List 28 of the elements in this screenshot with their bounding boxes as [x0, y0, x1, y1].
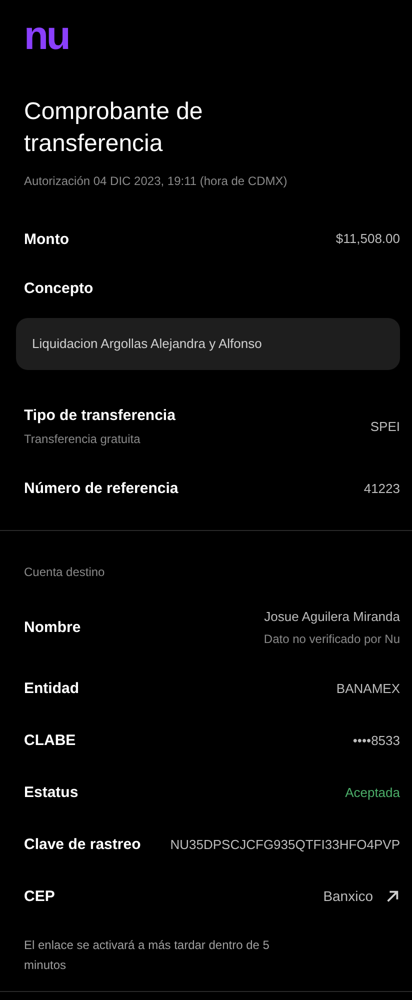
row-label: Concepto: [24, 278, 94, 299]
row-label: Estatus: [24, 783, 78, 803]
row-value: Aceptada: [345, 784, 400, 802]
row-value: 41223: [364, 480, 400, 498]
external-link-icon: [385, 889, 400, 904]
page-title: Comprobante de transferencia: [24, 97, 204, 159]
concept-field: Liquidacion Argollas Alejandra y Alfonso: [16, 318, 400, 370]
footnote: El enlace se activará a más tardar dentro de 5 minutos: [24, 936, 270, 974]
row-sublabel: Transferencia gratuita: [24, 431, 142, 448]
section-heading: Cuenta destino: [24, 564, 106, 580]
row-label: Nombre: [24, 618, 81, 638]
row-value: ••••8533: [352, 732, 400, 750]
row-value: SPEI: [370, 418, 400, 436]
row-note: Dato no verificado por Nu: [264, 631, 400, 648]
row-label: Monto: [24, 230, 69, 250]
row-label: Tipo de transferencia: [24, 406, 176, 426]
row-label: CEP: [24, 887, 55, 907]
row-label: Entidad: [24, 679, 79, 699]
row-label: Clave de rastreo: [24, 835, 141, 855]
banxico-link[interactable]: Banxico: [323, 886, 400, 907]
row-value: Josue Aguilera Miranda: [264, 608, 400, 626]
row-label: CLABE: [24, 731, 76, 751]
logo: nu: [24, 16, 70, 56]
row-label: Número de referencia: [24, 479, 178, 499]
row-value: BANAMEX: [336, 680, 400, 698]
row-value: NU35DPSCJCFG935QTFI33HFO4PVP: [170, 836, 400, 854]
authorization-date: Autorización 04 DIC 2023, 19:11 (hora de CDMX): [24, 173, 288, 190]
row-value: $11,508.00: [336, 230, 400, 248]
